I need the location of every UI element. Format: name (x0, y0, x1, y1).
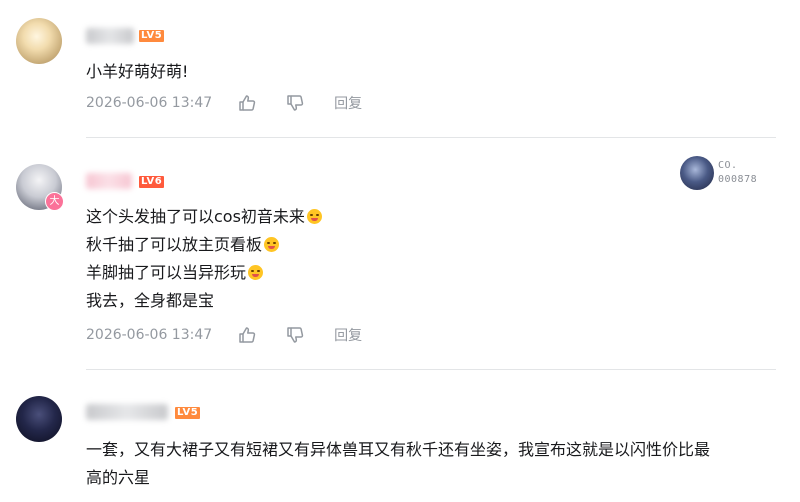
smile-emoji-icon (306, 209, 322, 224)
thumb-up-icon[interactable] (238, 326, 256, 344)
comment-text: 这个头发抽了可以cos初音未来 秋千抽了可以放主页看板 羊脚抽了可以当异形玩 我… (86, 203, 322, 315)
divider (86, 137, 776, 138)
username[interactable] (86, 28, 134, 44)
comment-line: 小羊好萌好萌! (86, 62, 189, 81)
fan-card-line1: CO. (718, 160, 738, 171)
comment-meta: 2026-06-06 13:47 回复 (86, 325, 362, 345)
fan-card-text: CO. 000878 (718, 159, 757, 187)
verified-badge: 大 (45, 192, 64, 211)
level-badge: LV5 (139, 30, 165, 42)
comment-line: 羊脚抽了可以当异形玩 (86, 259, 322, 287)
reply-button[interactable]: 回复 (334, 325, 362, 345)
smile-emoji-icon (248, 265, 264, 280)
comment-line-text: 羊脚抽了可以当异形玩 (86, 263, 247, 282)
thumb-up-icon[interactable] (238, 94, 256, 112)
timestamp: 2026-06-06 13:47 (86, 327, 213, 343)
comment-line-text: 这个头发抽了可以cos初音未来 (86, 207, 305, 226)
thumb-down-icon[interactable] (286, 326, 304, 344)
comment-meta: 2026-06-06 13:47 回复 (86, 93, 362, 113)
fan-card-image (680, 156, 714, 190)
comment-line: 高的六星 (86, 468, 151, 487)
avatar[interactable] (16, 18, 62, 64)
username[interactable] (86, 173, 132, 189)
comment-line-text: 秋千抽了可以放主页看板 (86, 235, 263, 254)
fan-card[interactable]: CO. 000878 (680, 156, 780, 192)
comment-line: 我去，全身都是宝 (86, 291, 215, 310)
divider (86, 369, 776, 370)
comment-line: 一套，又有大裙子又有短裙又有异体兽耳又有秋千还有坐姿，我宣布这就是以闪性价比最 (86, 440, 711, 459)
username[interactable] (86, 404, 168, 420)
smile-emoji-icon (264, 237, 280, 252)
level-badge: LV6 (139, 176, 165, 188)
comment-line: 这个头发抽了可以cos初音未来 (86, 203, 322, 231)
comment-line: 秋千抽了可以放主页看板 (86, 231, 322, 259)
comment-text: 小羊好萌好萌! (86, 58, 188, 86)
comment-text: 一套，又有大裙子又有短裙又有异体兽耳又有秋千还有坐姿，我宣布这就是以闪性价比最 … (86, 436, 710, 492)
fan-card-line2: 000878 (718, 174, 758, 185)
level-badge: LV5 (175, 407, 201, 419)
reply-button[interactable]: 回复 (334, 93, 362, 113)
avatar[interactable] (16, 396, 62, 442)
thumb-down-icon[interactable] (286, 94, 304, 112)
timestamp: 2026-06-06 13:47 (86, 95, 213, 111)
